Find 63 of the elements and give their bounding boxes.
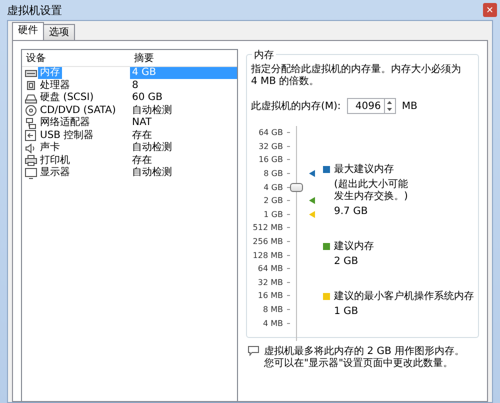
memory-icon — [25, 68, 37, 79]
graphics-memory-note: 虚拟机最多将此内存的 2 GB 用作图形内存。您可以在"显示器"设置页面中更改此数量。 — [264, 346, 466, 370]
display-icon — [25, 168, 37, 179]
device-name[interactable]: USB 控制器 — [38, 130, 96, 142]
device-summary: 自动检测 — [131, 167, 173, 180]
memory-field[interactable]: 4096 — [346, 98, 385, 114]
legend-value: 1 GB — [334, 306, 360, 318]
legend-value: 9.7 GB — [334, 206, 369, 218]
column-header[interactable]: 设备 — [26, 51, 134, 65]
device-summary: 自动检测 — [131, 104, 173, 117]
tick-label: 16 GB — [258, 155, 283, 164]
device-summary: 8 — [131, 80, 140, 92]
sound-icon — [25, 142, 37, 154]
device-name[interactable]: 网络适配器 — [38, 117, 92, 130]
legend-label: 建议内存 — [334, 241, 374, 253]
tick-label: 64 GB — [258, 128, 283, 138]
tick-label: 128 MB — [252, 250, 283, 260]
tick-label: 8 MB — [262, 305, 283, 314]
speech-bubble-icon — [248, 346, 259, 356]
slider-thumb[interactable] — [290, 183, 303, 192]
column-header[interactable]: 摘要 — [134, 51, 237, 65]
tick-label: 1 GB — [262, 210, 283, 219]
tick-label: 32 MB — [256, 278, 283, 287]
legend-label: 建议的最小客户机操作系统内存 — [334, 291, 474, 303]
device-name[interactable]: 声卡 — [38, 142, 62, 154]
printer-icon — [25, 155, 37, 166]
disk-icon — [25, 92, 37, 104]
tick-label: 2 GB — [262, 196, 283, 206]
cpu-icon — [25, 80, 37, 92]
device-name[interactable]: 硬盘 (SCSI) — [38, 92, 96, 104]
device-summary: 存在 — [131, 130, 152, 142]
up-arrow-icon[interactable] — [387, 101, 392, 104]
tick-label: 4 MB — [262, 318, 283, 328]
field-label: 此虚拟机的内存(M): — [251, 100, 341, 113]
close-button[interactable]: ✕ — [483, 3, 497, 17]
tick-label: 4 GB — [262, 182, 283, 192]
group-title: 内存 — [252, 48, 276, 62]
device-name[interactable]: 显示器 — [38, 167, 72, 180]
legend-note: (超出此大小可能发生内存交换。) — [334, 179, 409, 203]
tick-label: 64 MB — [256, 264, 283, 274]
tick-label: 8 GB — [262, 169, 283, 178]
tab[interactable]: 硬件 — [12, 22, 44, 40]
device-name[interactable]: CD/DVD (SATA) — [38, 104, 118, 117]
memory-description: 指定分配给此虚拟机的内存量。内存大小必须为 4 MB 的倍数。 — [251, 64, 461, 88]
network-icon — [25, 118, 37, 129]
tick-label: 256 MB — [252, 237, 283, 246]
device-name[interactable]: 打印机 — [38, 154, 72, 167]
device-summary: 4 GB — [130, 67, 237, 80]
window-title: 虚拟机设置 — [7, 2, 62, 18]
device-name[interactable]: 处理器 — [38, 80, 72, 92]
device-summary: 存在 — [131, 154, 152, 167]
unit-label: MB — [402, 100, 418, 112]
tick-label: 512 MB — [252, 223, 283, 232]
cd-icon — [25, 105, 37, 116]
device-summary: 60 GB — [131, 92, 164, 104]
device-summary: 自动检测 — [131, 142, 173, 154]
tick-label: 32 GB — [258, 142, 283, 151]
device-summary: NAT — [131, 117, 153, 130]
legend-value: 2 GB — [334, 256, 360, 268]
legend-label: 最大建议内存 — [334, 164, 395, 176]
tick-label: 16 MB — [256, 291, 283, 300]
down-arrow-icon[interactable] — [387, 108, 392, 111]
tab[interactable]: 选项 — [43, 24, 75, 40]
